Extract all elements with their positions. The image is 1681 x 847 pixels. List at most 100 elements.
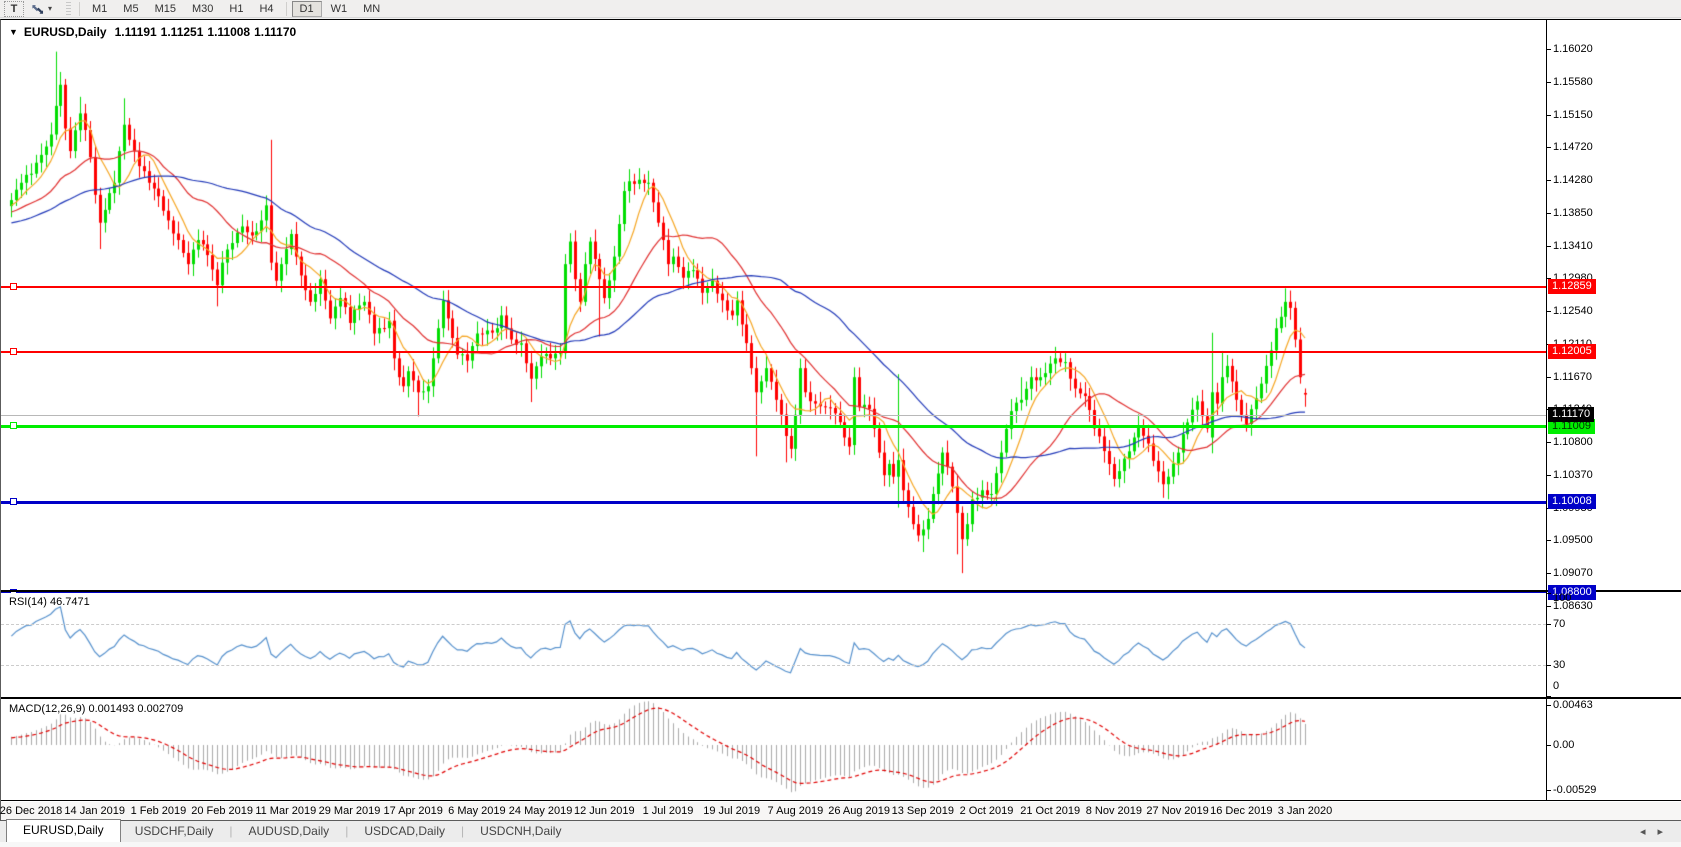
price-axis-label: 1.13410: [1553, 239, 1593, 252]
chart-window: ▼ EURUSD,Daily 1.11191 1.11251 1.11008 1…: [0, 19, 1681, 820]
price-axis-label: 1.10800: [1553, 436, 1593, 449]
bottom-strip: [0, 842, 1681, 847]
rsi-axis-tick: [1546, 695, 1551, 697]
price-tag-1.12005: 1.12005: [1548, 343, 1596, 359]
date-axis-label: 7 Aug 2019: [767, 805, 824, 817]
price-axis-tick: [1546, 572, 1551, 574]
tab-usdchf-daily[interactable]: USDCHF,Daily: [121, 821, 228, 842]
price-line-1.12005[interactable]: [1, 347, 1546, 355]
tab-usdcad-daily[interactable]: USDCAD,Daily: [350, 821, 459, 842]
price-axis-tick: [1546, 114, 1551, 116]
text-tool-button[interactable]: T: [4, 0, 24, 17]
price-line-1.12859[interactable]: [1, 283, 1546, 291]
date-axis-label: 16 Dec 2019: [1210, 805, 1273, 817]
date-axis-label: 8 Nov 2019: [1085, 805, 1143, 817]
price-axis-tick: [1546, 212, 1551, 214]
price-axis-label: 1.15580: [1553, 76, 1593, 89]
diagonal-arrows-icon: ⬉ ⬊: [31, 2, 45, 17]
tab-usdcnh-daily[interactable]: USDCNH,Daily: [466, 821, 575, 842]
date-axis-label: 26 Dec 2018: [0, 805, 63, 817]
date-axis-label: 26 Aug 2019: [828, 805, 890, 817]
panel-divider[interactable]: [1, 590, 1681, 592]
rsi-axis-label: 30: [1553, 659, 1566, 671]
tab-separator: |: [345, 824, 349, 838]
top-toolbar: T ⬉ ⬊ ▾ M1 M5 M15 M30 H1 H4 D1 W1 MN: [0, 0, 1681, 18]
tab-scroll-left-icon[interactable]: ◂: [1640, 826, 1658, 838]
tab-audusd-daily[interactable]: AUDUSD,Daily: [235, 821, 344, 842]
chart-tab-bar: EURUSD,Daily USDCHF,Daily | AUDUSD,Daily | US…: [0, 819, 1681, 842]
price-line-handle[interactable]: [10, 347, 17, 355]
rsi-axis-tick: [1546, 624, 1551, 625]
toolbar-separator: [285, 1, 287, 16]
price-axis-label: 1.13850: [1553, 206, 1593, 219]
timeframe-button-m5[interactable]: M5: [116, 1, 145, 17]
current-price-line: [1, 414, 1546, 416]
price-axis-tick: [1546, 146, 1551, 148]
timeframe-button-m15[interactable]: M15: [148, 1, 183, 17]
rsi-axis-label: 70: [1553, 618, 1566, 630]
macd-axis-tick: [1546, 705, 1551, 707]
rsi-axis-tick: [1546, 593, 1551, 595]
macd-axis-label: 0.00463: [1553, 699, 1593, 712]
date-axis-label: 17 Apr 2019: [383, 805, 443, 817]
chart-symbol-label: EURUSD,Daily: [23, 25, 107, 39]
price-axis-tick: [1546, 180, 1551, 182]
tab-eurusd-daily[interactable]: EURUSD,Daily: [6, 819, 121, 842]
panel-divider[interactable]: [1, 697, 1681, 699]
price-axis-label: 1.16020: [1553, 43, 1593, 55]
timeframe-button-w1[interactable]: W1: [324, 1, 355, 17]
date-axis-label: 14 Jan 2019: [64, 805, 125, 817]
date-axis-label: 2 Oct 2019: [959, 805, 1014, 817]
macd-axis-label: 0.00: [1553, 739, 1575, 751]
price-axis-line: [1546, 20, 1547, 801]
rsi-label: RSI(14) 46.7471: [9, 596, 90, 608]
date-axis-label: 13 Sep 2019: [891, 805, 954, 817]
timeframe-button-d1[interactable]: D1: [291, 0, 322, 17]
date-axis-label: 20 Feb 2019: [191, 805, 253, 817]
toolbar-separator: [79, 1, 81, 16]
price-line-1.11009[interactable]: [1, 422, 1546, 430]
price-axis-tick: [1546, 376, 1551, 378]
ohlc-low: 1.11008: [207, 25, 251, 39]
price-line-handle[interactable]: [10, 497, 17, 505]
price-axis-tick: [1546, 49, 1551, 50]
price-axis-tick: [1546, 82, 1551, 84]
collapse-triangle-icon[interactable]: ▼: [9, 27, 18, 37]
price-tag-1.12859: 1.12859: [1548, 279, 1596, 295]
timeframe-button-m1[interactable]: M1: [85, 1, 114, 17]
timeframe-button-m30[interactable]: M30: [185, 1, 220, 17]
arrange-charts-button[interactable]: ⬉ ⬊ ▾: [26, 1, 57, 17]
price-axis-label: 1.10370: [1553, 468, 1593, 481]
rsi-axis-tick: [1546, 665, 1551, 666]
tab-scroll-right-icon[interactable]: ▸: [1657, 826, 1675, 838]
price-axis-label: 1.15150: [1553, 108, 1593, 121]
rsi-panel: RSI(14) 46.7471: [1, 593, 1681, 697]
rsi-level-line-30: [1, 665, 1546, 666]
price-axis-tick: [1546, 245, 1551, 247]
date-axis-label: 6 May 2019: [448, 805, 506, 817]
price-axis-label: 1.09500: [1553, 534, 1593, 547]
price-line-handle[interactable]: [10, 422, 17, 430]
current-price-tag: 1.11170: [1548, 406, 1595, 422]
date-axis-label: 21 Oct 2019: [1020, 805, 1081, 817]
macd-panel-canvas[interactable]: [1, 700, 1546, 800]
timeframe-button-h4[interactable]: H4: [252, 1, 280, 17]
macd-axis-label: -0.00529: [1553, 784, 1597, 797]
toolbar-grip[interactable]: [66, 1, 72, 16]
tab-scroll-nav: ◂▸: [1640, 825, 1675, 838]
price-line-handle[interactable]: [10, 283, 17, 291]
price-line-1.10008[interactable]: [1, 497, 1546, 505]
chart-bottom-border: [1, 800, 1681, 801]
macd-axis-tick: [1546, 790, 1551, 792]
timeframe-button-h1[interactable]: H1: [222, 1, 250, 17]
date-axis[interactable]: 26 Dec 2018 14 Jan 2019 1 Feb 2019 20 Feb 2…: [0, 802, 1681, 820]
date-axis-label: 12 Jun 2019: [574, 805, 635, 817]
main-chart-canvas[interactable]: [1, 20, 1546, 590]
price-axis-tick: [1546, 311, 1551, 313]
macd-label: MACD(12,26,9) 0.001493 0.002709: [9, 703, 184, 715]
timeframe-button-mn[interactable]: MN: [356, 1, 387, 17]
ohlc-close: 1.11170: [254, 25, 297, 39]
rsi-panel-canvas[interactable]: [1, 593, 1546, 697]
chart-title: ▼ EURUSD,Daily 1.11191 1.11251 1.11008 1…: [9, 25, 296, 39]
price-axis-label: 1.14280: [1553, 174, 1593, 187]
